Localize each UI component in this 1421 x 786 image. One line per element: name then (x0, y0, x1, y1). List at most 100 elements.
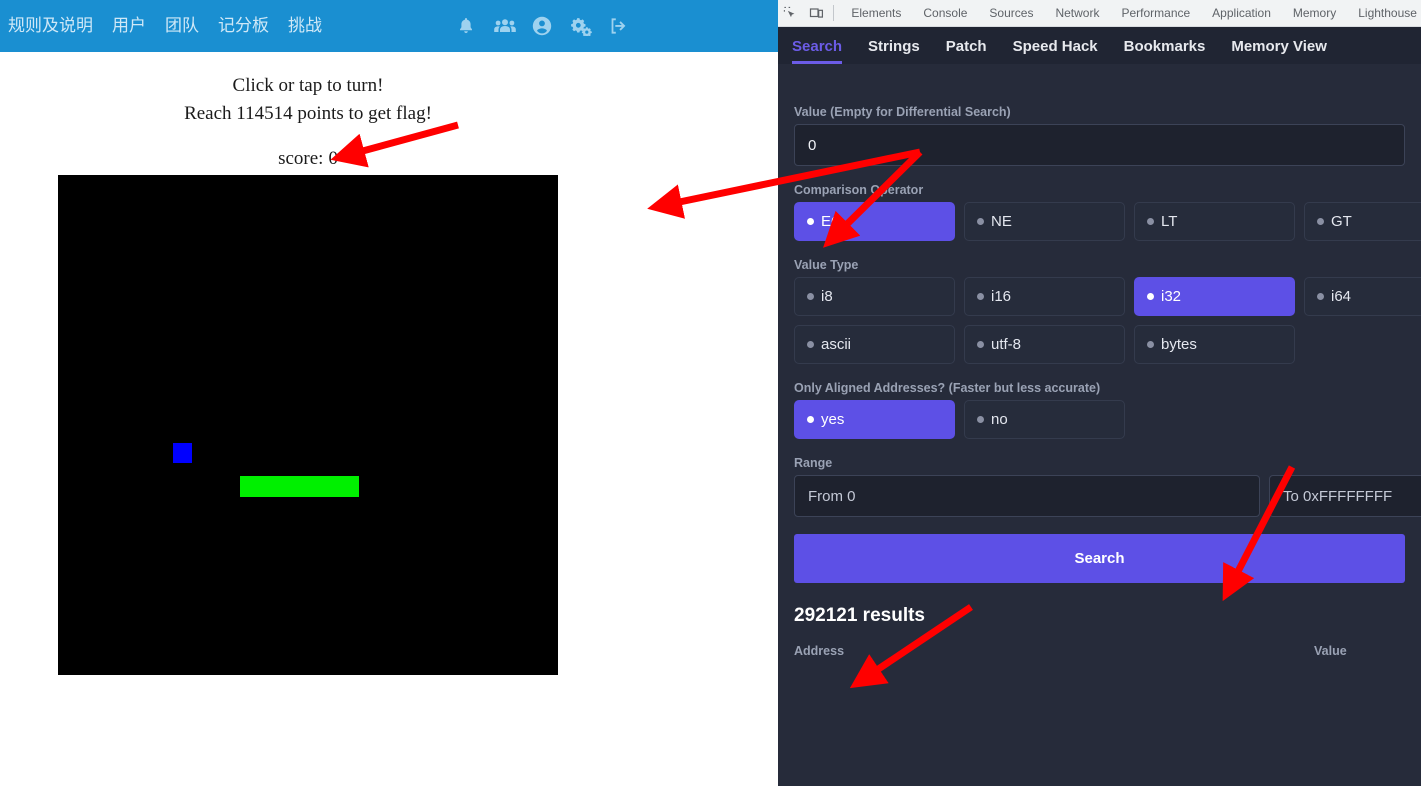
option-aligned-yes[interactable]: yes (794, 400, 955, 439)
devtools-tab-elements[interactable]: Elements (840, 0, 912, 26)
option-label: i32 (1161, 288, 1182, 305)
option-label: NE (991, 213, 1012, 230)
tab-search[interactable]: Search (792, 38, 859, 64)
results-count: 292121 results (794, 605, 925, 626)
user-circle-icon[interactable] (532, 16, 552, 36)
game-page: 规则及说明 用户 团队 记分板 挑战 Click or tap to turn!… (0, 0, 778, 786)
option-label: i64 (1331, 288, 1352, 305)
devtools-tab-memory[interactable]: Memory (1282, 0, 1347, 26)
navbar-icons (456, 16, 628, 36)
search-button[interactable]: Search (794, 534, 1405, 583)
devtools-tab-sources[interactable]: Sources (978, 0, 1044, 26)
player-square (173, 443, 192, 463)
radio-dot-icon (977, 218, 984, 225)
score-label: score: (278, 148, 324, 169)
aligned-addresses-label: Only Aligned Addresses? (Faster but less… (794, 381, 1101, 395)
option-aligned-no[interactable]: no (964, 400, 1125, 439)
results-table-header: Address Value (794, 644, 1405, 658)
radio-dot-icon (1317, 293, 1324, 300)
value-type-group: i8 i16 i32 i64 ascii utf-8 bytes (794, 277, 1421, 364)
bell-icon[interactable] (456, 16, 476, 36)
range-to-input[interactable]: To 0xFFFFFFFF (1269, 475, 1421, 517)
radio-dot-icon (1147, 218, 1154, 225)
option-label: i16 (991, 288, 1012, 305)
devtools-panel: Elements Console Sources Network Perform… (778, 0, 1421, 786)
navbar-links: 规则及说明 用户 团队 记分板 挑战 (8, 15, 322, 37)
column-header-address: Address (794, 644, 845, 658)
extension-tab-strip: Search Strings Patch Speed Hack Bookmark… (778, 27, 1421, 64)
option-eq[interactable]: EQ (794, 202, 955, 241)
nav-link-teams[interactable]: 团队 (165, 15, 199, 37)
option-i16[interactable]: i16 (964, 277, 1125, 316)
devtools-tab-strip: Elements Console Sources Network Perform… (840, 0, 1421, 26)
option-label: yes (821, 411, 845, 428)
radio-dot-icon (807, 341, 814, 348)
tab-memory-view[interactable]: Memory View (1231, 38, 1344, 64)
search-panel-body: Value (Empty for Differential Search) 0 … (778, 64, 1421, 786)
devtools-toolbar: Elements Console Sources Network Perform… (778, 0, 1421, 27)
screenshot-root: 规则及说明 用户 团队 记分板 挑战 Click or tap to turn!… (0, 0, 1421, 786)
option-i32[interactable]: i32 (1134, 277, 1295, 316)
devtools-tab-lighthouse[interactable]: Lighthouse (1347, 0, 1421, 26)
game-goal: Reach 114514 points to get flag! (184, 103, 432, 124)
option-ascii[interactable]: ascii (794, 325, 955, 364)
option-label: EQ (821, 213, 843, 230)
option-gt[interactable]: GT (1304, 202, 1421, 241)
game-instruction: Click or tap to turn! (232, 75, 384, 96)
nav-link-users[interactable]: 用户 (112, 15, 146, 37)
nav-link-rules[interactable]: 规则及说明 (8, 15, 93, 37)
option-lt[interactable]: LT (1134, 202, 1295, 241)
option-utf8[interactable]: utf-8 (964, 325, 1125, 364)
option-i8[interactable]: i8 (794, 277, 955, 316)
tab-bookmarks[interactable]: Bookmarks (1124, 38, 1223, 64)
radio-dot-icon (807, 293, 814, 300)
platform-bar (240, 476, 359, 497)
radio-dot-icon (807, 416, 814, 423)
nav-link-challenges[interactable]: 挑战 (288, 15, 322, 37)
option-ne[interactable]: NE (964, 202, 1125, 241)
cogs-icon[interactable] (570, 16, 592, 36)
option-label: i8 (821, 288, 833, 305)
score-value: 0 (328, 148, 338, 169)
nav-link-scoreboard[interactable]: 记分板 (218, 15, 269, 37)
aligned-addresses-group: yes no (794, 400, 1405, 439)
option-label: GT (1331, 213, 1352, 230)
option-label: bytes (1161, 336, 1197, 353)
radio-dot-icon (977, 341, 984, 348)
radio-dot-icon (977, 293, 984, 300)
score-display: score: 0 (0, 145, 616, 173)
device-toolbar-icon[interactable] (804, 0, 830, 26)
value-field-label: Value (Empty for Differential Search) (794, 105, 1011, 119)
option-label: ascii (821, 336, 852, 353)
value-input[interactable]: 0 (794, 124, 1405, 166)
comparison-operator-label: Comparison Operator (794, 183, 924, 197)
range-from-input[interactable]: From 0 (794, 475, 1260, 517)
option-label: LT (1161, 213, 1178, 230)
site-navbar: 规则及说明 用户 团队 记分板 挑战 (0, 0, 778, 52)
inspect-element-icon[interactable] (778, 0, 804, 26)
radio-dot-icon (1147, 293, 1154, 300)
devtools-tab-performance[interactable]: Performance (1110, 0, 1201, 26)
tab-speed-hack[interactable]: Speed Hack (1013, 38, 1115, 64)
option-bytes[interactable]: bytes (1134, 325, 1295, 364)
game-container: Click or tap to turn! Reach 114514 point… (0, 52, 778, 786)
users-icon[interactable] (494, 16, 516, 36)
devtools-tab-application[interactable]: Application (1201, 0, 1282, 26)
range-label: Range (794, 456, 833, 470)
toolbar-divider (833, 5, 835, 21)
sign-out-icon[interactable] (608, 16, 628, 36)
comparison-operator-group: EQ NE LT GT (794, 202, 1421, 241)
devtools-tab-network[interactable]: Network (1044, 0, 1110, 26)
range-row: From 0 To 0xFFFFFFFF (794, 475, 1421, 517)
radio-dot-icon (977, 416, 984, 423)
devtools-tab-console[interactable]: Console (912, 0, 978, 26)
value-type-label: Value Type (794, 258, 859, 272)
radio-dot-icon (807, 218, 814, 225)
option-i64[interactable]: i64 (1304, 277, 1421, 316)
game-canvas[interactable] (58, 175, 558, 675)
radio-dot-icon (1317, 218, 1324, 225)
tab-patch[interactable]: Patch (946, 38, 1004, 64)
tab-strings[interactable]: Strings (868, 38, 937, 64)
option-label: no (991, 411, 1008, 428)
option-label: utf-8 (991, 336, 1022, 353)
